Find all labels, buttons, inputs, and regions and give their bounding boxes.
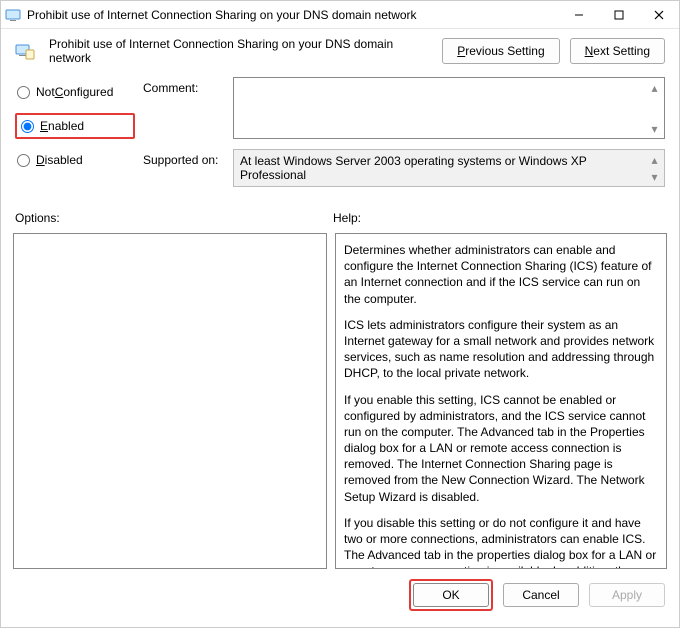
header: Prohibit use of Internet Connection Shar… [1, 29, 679, 73]
help-paragraph: Determines whether administrators can en… [344, 242, 658, 307]
maximize-button[interactable] [599, 1, 639, 29]
help-paragraph: ICS lets administrators configure their … [344, 317, 658, 382]
supported-on-field: At least Windows Server 2003 operating s… [233, 149, 665, 187]
options-pane [13, 233, 327, 569]
options-label: Options: [15, 211, 333, 225]
policy-title: Prohibit use of Internet Connection Shar… [49, 37, 432, 65]
next-setting-button[interactable]: Next Setting [570, 38, 665, 64]
apply-button: Apply [589, 583, 665, 607]
scroll-up-icon: ▴ [646, 151, 663, 168]
radio-enabled[interactable]: Enabled [19, 117, 109, 135]
previous-setting-button[interactable]: Previous Setting [442, 38, 559, 64]
close-button[interactable] [639, 1, 679, 29]
app-icon [5, 7, 21, 23]
minimize-button[interactable] [559, 1, 599, 29]
radio-disabled[interactable]: Disabled [15, 151, 135, 169]
scroll-up-icon[interactable]: ▴ [646, 79, 663, 96]
window-title: Prohibit use of Internet Connection Shar… [27, 8, 559, 22]
comment-label: Comment: [143, 77, 233, 139]
cancel-button[interactable]: Cancel [503, 583, 579, 607]
scroll-down-icon[interactable]: ▾ [646, 120, 663, 137]
scroll-down-icon: ▾ [646, 168, 663, 185]
titlebar: Prohibit use of Internet Connection Shar… [1, 1, 679, 29]
state-radio-group: Not Configured Enabled Disabled [15, 77, 135, 197]
dialog-footer: OK Cancel Apply [1, 569, 679, 621]
help-pane[interactable]: Determines whether administrators can en… [335, 233, 667, 569]
help-paragraph: If you enable this setting, ICS cannot b… [344, 392, 658, 505]
help-label: Help: [333, 211, 361, 225]
radio-not-configured[interactable]: Not Configured [15, 83, 135, 101]
comment-field[interactable]: ▴ ▾ [233, 77, 665, 139]
policy-icon [15, 42, 35, 60]
ok-button[interactable]: OK [413, 583, 489, 607]
supported-on-label: Supported on: [143, 149, 233, 187]
help-paragraph: If you disable this setting or do not co… [344, 515, 658, 569]
